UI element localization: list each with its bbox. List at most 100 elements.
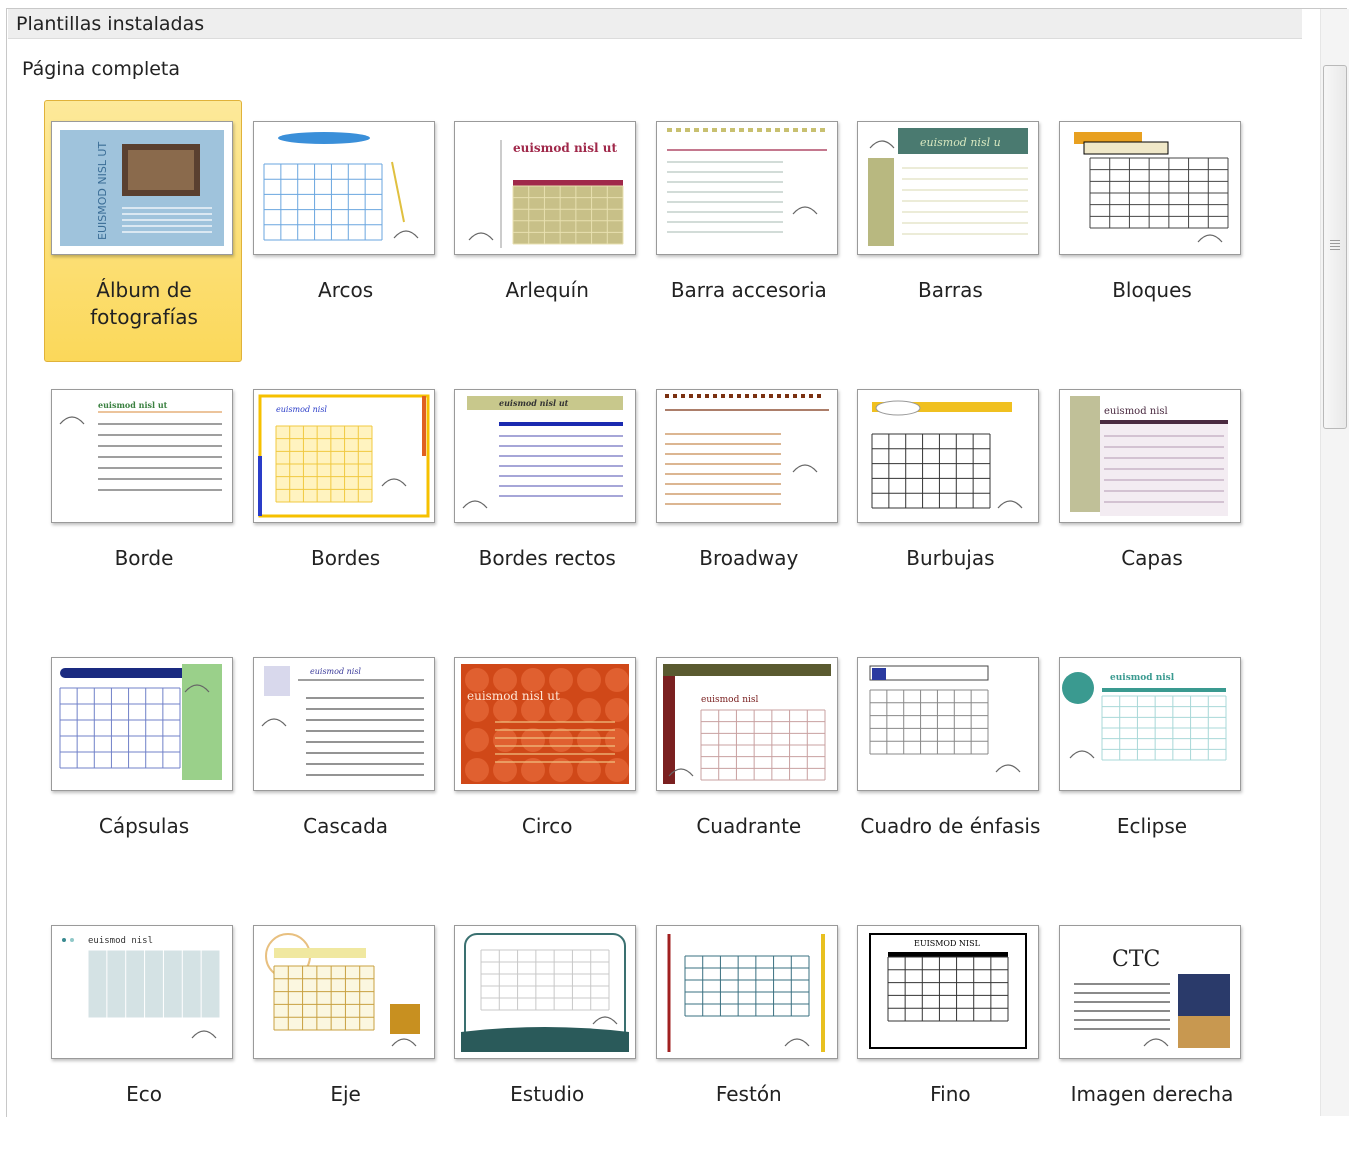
template-tile[interactable]: EUISMOD NISL UT Álbum de fotografías <box>44 100 242 362</box>
svg-text:euismod nisl: euismod nisl <box>310 667 361 676</box>
vertical-scrollbar[interactable] <box>1320 9 1349 1116</box>
template-label: Bordes <box>310 546 381 570</box>
svg-text:euismod nisl ut: euismod nisl ut <box>513 141 617 155</box>
thumbnail-preview: euismod nisl <box>662 664 831 784</box>
thumbnail-preview: EUISMOD NISL <box>869 933 1028 1049</box>
template-label: Eje <box>330 1082 361 1106</box>
template-thumbnail: euismod nisl ut <box>51 389 233 523</box>
template-thumbnail: EUISMOD NISL <box>857 925 1040 1059</box>
template-tile[interactable]: Estudio <box>447 904 645 1166</box>
grip-icon <box>1330 240 1340 252</box>
template-thumbnail: euismod nisl <box>252 389 435 523</box>
template-label: Festón <box>715 1082 782 1106</box>
template-thumbnail: euismod nisl ut <box>454 389 637 523</box>
template-label: Bloques <box>1112 278 1192 302</box>
template-tile[interactable]: EUISMOD NISL Fino <box>850 904 1048 1166</box>
template-tile[interactable]: Broadway <box>649 368 847 630</box>
thumbnail-preview: euismod nisl <box>261 666 424 776</box>
template-label: Cuadrante <box>696 814 802 838</box>
svg-text:EUISMOD NISL UT: EUISMOD NISL UT <box>96 142 109 240</box>
thumbnail-preview: euismod nisl <box>1062 672 1227 761</box>
template-label: Arlequín <box>505 278 589 302</box>
svg-text:euismod nisl: euismod nisl <box>701 695 758 705</box>
template-thumbnail: euismod nisl <box>655 657 838 791</box>
thumbnail-preview <box>869 665 1021 773</box>
template-thumbnail: euismod nisl ut <box>454 657 637 791</box>
template-thumbnail <box>655 389 838 523</box>
template-tile[interactable]: Cuadro de énfasis <box>850 636 1048 898</box>
template-tile[interactable]: euismod nisl Eclipse <box>1052 636 1250 898</box>
template-label: Cápsulas <box>98 814 190 838</box>
thumbnail-preview <box>1074 132 1229 243</box>
svg-text:euismod nisl: euismod nisl <box>88 936 153 946</box>
scroll-thumb[interactable] <box>1323 65 1347 429</box>
template-label: Bordes rectos <box>478 546 616 570</box>
thumbnail-preview <box>263 132 419 241</box>
svg-text:CTC: CTC <box>1112 947 1160 972</box>
template-label: Fino <box>930 1082 971 1106</box>
thumbnail-preview: EUISMOD NISL UT <box>60 130 224 246</box>
template-label: Barra accesoria <box>670 278 827 302</box>
template-tile[interactable]: euismod nisl ut Bordes rectos <box>447 368 645 630</box>
thumbnail-preview <box>264 933 420 1047</box>
template-tile[interactable]: Eje <box>246 904 444 1166</box>
template-tile[interactable]: Arcos <box>246 100 444 362</box>
template-thumbnail <box>857 657 1040 791</box>
template-tile[interactable]: euismod nisl Cascada <box>246 636 444 898</box>
template-tile[interactable]: Burbujas <box>850 368 1048 630</box>
thumbnail-preview: euismod nisl ut <box>461 664 630 784</box>
template-tile[interactable]: euismod nisl Capas <box>1052 368 1250 630</box>
template-thumbnail <box>454 925 637 1059</box>
svg-text:EUISMOD NISL: EUISMOD NISL <box>914 939 981 948</box>
template-tile[interactable]: Festón <box>649 904 847 1166</box>
thumbnail-preview <box>664 394 829 505</box>
svg-text:euismod nisl: euismod nisl <box>1104 406 1168 417</box>
template-thumbnail <box>252 925 435 1059</box>
template-thumbnail <box>857 389 1040 523</box>
template-thumbnail: euismod nisl <box>51 925 233 1059</box>
template-thumbnail <box>655 925 838 1059</box>
thumbnail-preview: euismod nisl ut <box>59 400 222 491</box>
thumbnail-preview <box>461 933 630 1052</box>
thumbnail-preview: euismod nisl u <box>868 128 1029 246</box>
template-label: Broadway <box>699 546 799 570</box>
template-tile[interactable]: euismod nisl Cuadrante <box>649 636 847 898</box>
template-tile[interactable]: CTC Imagen derecha <box>1052 904 1250 1166</box>
template-label: Arcos <box>318 278 374 302</box>
thumbnail-preview: euismod nisl ut <box>468 140 624 248</box>
svg-text:euismod nisl u: euismod nisl u <box>920 136 1001 149</box>
template-thumbnail: euismod nisl <box>1059 389 1241 523</box>
thumbnail-preview <box>59 664 222 780</box>
template-label: Eclipse <box>1116 814 1188 838</box>
template-tile[interactable]: euismod nisl u Barras <box>850 100 1048 362</box>
template-tile[interactable]: euismod nisl ut Borde <box>44 368 242 630</box>
template-label: Álbum de fotografías <box>90 278 198 329</box>
template-tile[interactable]: Barra accesoria <box>649 100 847 362</box>
template-tile[interactable]: euismod nisl ut Circo <box>447 636 645 898</box>
template-tile[interactable]: Bloques <box>1052 100 1250 362</box>
thumbnail-preview <box>667 934 825 1052</box>
svg-text:euismod nisl ut: euismod nisl ut <box>98 400 168 410</box>
svg-text:euismod nisl ut: euismod nisl ut <box>499 398 569 408</box>
template-thumbnail: euismod nisl <box>252 657 435 791</box>
template-tile[interactable]: euismod nisl Eco <box>44 904 242 1166</box>
thumbnail-preview: euismod nisl <box>62 936 221 1039</box>
thumbnail-preview <box>871 400 1023 509</box>
template-thumbnail <box>655 121 838 255</box>
thumbnail-preview: CTC <box>1074 947 1230 1048</box>
template-gallery: EUISMOD NISL UT Álbum de fotografías Arcos… <box>44 100 1284 1116</box>
svg-text:euismod nisl: euismod nisl <box>276 405 327 414</box>
template-thumbnail: euismod nisl ut <box>454 121 637 255</box>
template-tile[interactable]: Cápsulas <box>44 636 242 898</box>
template-thumbnail <box>51 657 233 791</box>
template-thumbnail: CTC <box>1059 925 1241 1059</box>
template-tile[interactable]: euismod nisl Bordes <box>246 368 444 630</box>
template-tile[interactable]: euismod nisl ut Arlequín <box>447 100 645 362</box>
template-label: Cuadro de énfasis <box>860 814 1041 838</box>
template-label: Barras <box>918 278 983 302</box>
thumbnail-preview <box>666 128 827 233</box>
template-thumbnail: EUISMOD NISL UT <box>51 121 233 255</box>
template-label: Estudio <box>510 1082 585 1106</box>
template-thumbnail: euismod nisl <box>1059 657 1241 791</box>
template-label: Imagen derecha <box>1070 1082 1234 1106</box>
